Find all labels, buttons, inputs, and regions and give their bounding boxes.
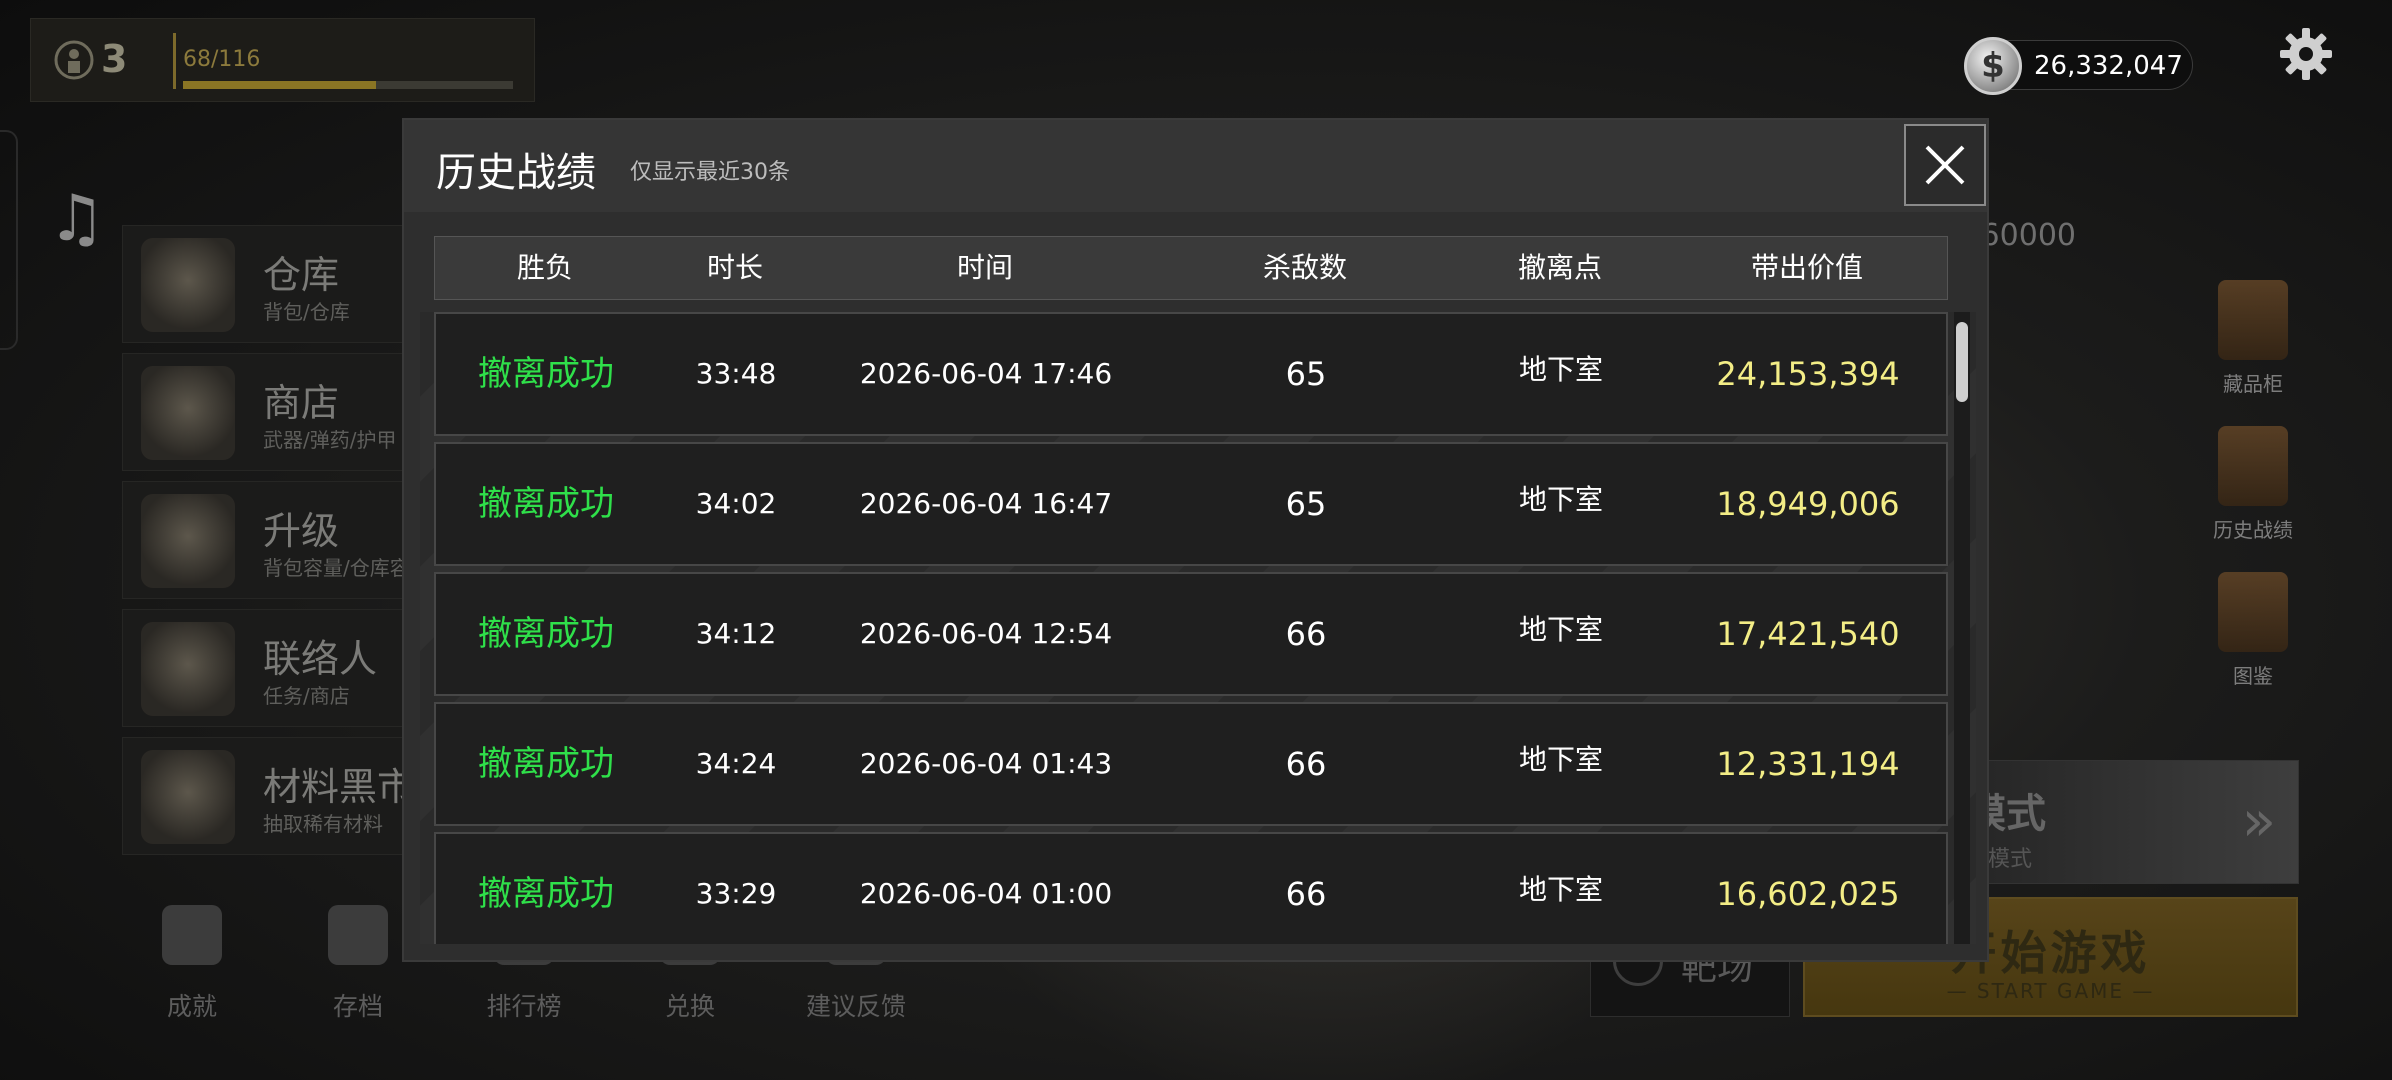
extraction-cell: 地下室 [1518, 353, 1603, 386]
table-row[interactable]: 撤离成功 34:02 2026-06-04 16:47 65 地下室 18,94… [434, 442, 1948, 566]
extraction-cell: 地下室 [1518, 483, 1603, 516]
table-row[interactable]: 撤离成功 34:24 2026-06-04 01:43 66 地下室 12,33… [434, 702, 1948, 826]
music-icon[interactable]: ♫ [48, 182, 105, 256]
xp-text: 68/116 [183, 47, 261, 72]
table-row[interactable]: 撤离成功 34:12 2026-06-04 12:54 66 地下室 17,42… [434, 572, 1948, 696]
scroll-icon [2218, 426, 2288, 506]
value-cell: 16,602,025 [1716, 875, 1900, 913]
collection-cabinet-button[interactable]: 藏品柜 [2178, 280, 2328, 397]
result-cell: 撤离成功 [478, 614, 614, 654]
menu-upgrade[interactable]: 升级 背包容量/仓库容 [122, 481, 422, 599]
kills-cell: 66 [1285, 615, 1327, 653]
duration-cell: 33:48 [695, 357, 777, 390]
column-time: 时间 [956, 251, 1013, 284]
close-icon [1925, 145, 1965, 185]
kills-cell: 65 [1285, 485, 1327, 523]
column-duration: 时长 [706, 251, 763, 284]
history-dialog: 历史战绩 仅显示最近30条 胜负 时长 时间 杀敌数 撤离点 带出价值 撤离成功… [402, 118, 1989, 962]
history-record-button[interactable]: 历史战绩 [2178, 426, 2328, 543]
codex-button[interactable]: 图鉴 [2178, 572, 2328, 689]
time-cell: 2026-06-04 16:47 [859, 487, 1113, 520]
duration-cell: 34:02 [695, 487, 777, 520]
column-value: 带出价值 [1750, 251, 1863, 284]
mode-select-card[interactable]: 模式 戏模式 » [1935, 760, 2299, 884]
kills-cell: 66 [1285, 745, 1327, 783]
coin-value: 26,332,047 [2034, 51, 2183, 81]
value-cell: 24,153,394 [1716, 355, 1900, 393]
history-list[interactable]: 撤离成功 33:48 2026-06-04 17:46 65 地下室 24,15… [420, 312, 1976, 944]
book-icon [2218, 572, 2288, 652]
duration-cell: 33:29 [695, 877, 777, 910]
column-result: 胜负 [516, 251, 573, 284]
table-row[interactable]: 撤离成功 33:48 2026-06-04 17:46 65 地下室 24,15… [434, 312, 1948, 436]
time-cell: 2026-06-04 12:54 [859, 617, 1113, 650]
gear-icon[interactable] [2278, 26, 2334, 82]
kills-cell: 65 [1285, 355, 1327, 393]
black-market-icon [141, 750, 235, 844]
value-cell: 12,331,194 [1716, 745, 1900, 783]
column-extraction: 撤离点 [1517, 251, 1602, 284]
value-cell: 17,421,540 [1716, 615, 1900, 653]
upgrade-icon [141, 494, 235, 588]
player-level-panel: 3 68/116 [30, 18, 535, 102]
scrollbar-thumb[interactable] [1956, 322, 1968, 402]
coin-balance: $ 26,332,047 [1964, 37, 2193, 95]
menu-contacts[interactable]: 联络人 任务/商店 [122, 609, 422, 727]
cabinet-icon [2218, 280, 2288, 360]
player-level: 3 [101, 37, 128, 81]
contacts-icon [141, 622, 235, 716]
result-cell: 撤离成功 [478, 354, 614, 394]
column-kills: 杀敌数 [1262, 251, 1347, 284]
table-header: 胜负 时长 时间 杀敌数 撤离点 带出价值 [434, 236, 1948, 300]
extraction-cell: 地下室 [1518, 613, 1603, 646]
close-button[interactable] [1904, 124, 1986, 206]
time-cell: 2026-06-04 01:43 [859, 747, 1113, 780]
chevron-right-icon: » [2241, 789, 2276, 854]
table-row[interactable]: 撤离成功 33:29 2026-06-04 01:00 66 地下室 16,60… [434, 832, 1948, 944]
kills-cell: 66 [1285, 875, 1327, 913]
coin-icon: $ [1964, 37, 2022, 95]
dialog-title: 历史战绩 [436, 150, 596, 196]
extraction-cell: 地下室 [1518, 873, 1603, 906]
shop-icon [141, 366, 235, 460]
rank-icon [54, 40, 94, 80]
save-icon [328, 905, 388, 965]
time-cell: 2026-06-04 01:00 [859, 877, 1113, 910]
result-cell: 撤离成功 [478, 484, 614, 524]
scrollbar[interactable] [1954, 312, 1970, 944]
nav-achievements[interactable]: 成就 [112, 905, 272, 1023]
value-cell: 18,949,006 [1716, 485, 1900, 523]
menu-shop[interactable]: 商店 武器/弹药/护甲 [122, 353, 422, 471]
dialog-subtitle: 仅显示最近30条 [630, 160, 790, 185]
result-cell: 撤离成功 [478, 874, 614, 914]
medal-icon [162, 905, 222, 965]
time-cell: 2026-06-04 17:46 [859, 357, 1113, 390]
warehouse-icon [141, 238, 235, 332]
dialog-header: 历史战绩 仅显示最近30条 [404, 120, 1987, 212]
xp-bar [183, 81, 513, 89]
side-drawer-handle[interactable] [0, 130, 18, 350]
menu-black-market[interactable]: 材料黑市 抽取稀有材料 [122, 737, 422, 855]
duration-cell: 34:12 [695, 617, 777, 650]
extraction-cell: 地下室 [1518, 743, 1603, 776]
menu-warehouse[interactable]: 仓库 背包/仓库 [122, 225, 422, 343]
result-cell: 撤离成功 [478, 744, 614, 784]
duration-cell: 34:24 [695, 747, 777, 780]
